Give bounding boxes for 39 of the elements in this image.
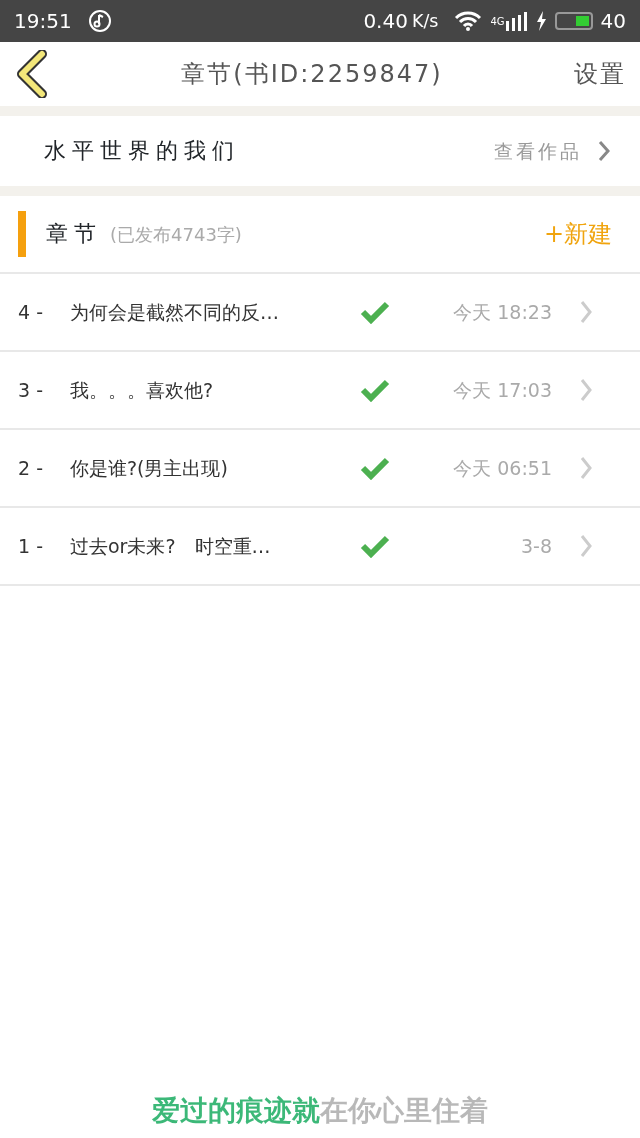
wifi-icon	[454, 10, 483, 32]
chapter-row[interactable]: 3 - 我。。。喜欢他? 今天 17:03	[0, 352, 640, 430]
battery-percent: 40	[600, 8, 626, 35]
chapter-number: 3 -	[18, 377, 44, 403]
settings-button[interactable]: 设置	[574, 56, 626, 92]
chapter-title: 你是谁?(男主出现)	[70, 455, 229, 481]
chevron-right-icon	[580, 378, 592, 402]
book-title: 水平世界的我们	[44, 136, 240, 166]
charging-icon	[534, 11, 547, 31]
word-count: (已发布4743字)	[110, 222, 242, 247]
signal-icon	[504, 11, 527, 31]
section-title: 章节	[46, 219, 102, 249]
chapter-time: 3-8	[519, 533, 553, 559]
clock: 19:51	[14, 8, 72, 35]
battery-icon	[554, 12, 593, 30]
chapter-number: 1 -	[18, 533, 44, 559]
back-button[interactable]	[14, 50, 50, 98]
chapter-time: 今天 18:23	[452, 299, 553, 325]
network-type: 4G	[490, 14, 505, 29]
chapter-number: 4 -	[18, 299, 44, 325]
network-speed: 0.40	[363, 8, 408, 35]
chapter-title: 过去or未来? 时空重…	[70, 533, 272, 559]
chapter-title: 我。。。喜欢他?	[70, 377, 215, 403]
chapter-row[interactable]: 2 - 你是谁?(男主出现) 今天 06:51	[0, 430, 640, 508]
chevron-right-icon	[580, 456, 592, 480]
accent-bar	[18, 211, 26, 257]
speed-unit: K/s	[411, 9, 439, 33]
chapter-row[interactable]: 1 - 过去or未来? 时空重… 3-8	[0, 508, 640, 586]
chevron-right-icon	[598, 140, 610, 162]
chapter-title: 为何会是截然不同的反…	[70, 299, 280, 325]
chapter-time: 今天 06:51	[452, 455, 553, 481]
chapter-number: 2 -	[18, 455, 44, 481]
page-title: 章节(书ID:2259847)	[181, 59, 443, 90]
music-icon	[87, 9, 112, 33]
back-icon	[14, 50, 50, 98]
chevron-right-icon	[580, 534, 592, 558]
chapter-time: 今天 17:03	[452, 377, 553, 403]
chevron-right-icon	[580, 300, 592, 324]
chapter-row[interactable]: 4 - 为何会是截然不同的反… 今天 18:23	[0, 274, 640, 352]
